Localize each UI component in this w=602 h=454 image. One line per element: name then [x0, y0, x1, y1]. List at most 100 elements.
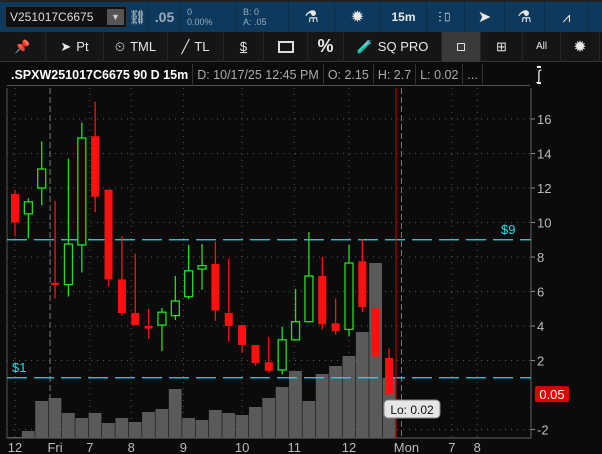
y-tick-label: 8: [537, 250, 544, 265]
x-tick-label: 7: [86, 440, 93, 454]
candle-body: [290, 321, 301, 341]
candle: [358, 238, 367, 313]
candle-body: [251, 344, 260, 364]
volume-bar: [329, 366, 342, 438]
candle-body: [11, 194, 19, 223]
candle: [385, 348, 394, 395]
candle: [170, 275, 180, 320]
candle: [117, 236, 126, 316]
x-tick-label: 12: [342, 440, 356, 454]
candle: [277, 326, 287, 375]
candle-body: [358, 261, 367, 308]
candle-body: [157, 311, 167, 326]
candle: [197, 244, 207, 290]
candle: [131, 253, 140, 326]
price-level-label: $1: [12, 360, 26, 375]
volume-bar: [102, 423, 115, 438]
x-tick-label: 8: [474, 440, 481, 454]
y-tick-label: 6: [537, 285, 544, 300]
y-tick-label: 2: [537, 354, 544, 369]
price-chart[interactable]: -2 2 4 6 8 10 12 14 16 12 Fri 7 8 9 10 11 12 Mon 7 8 $9 $1 0.0…: [0, 0, 602, 454]
candle: [331, 298, 340, 335]
candle: [344, 244, 354, 337]
volume-bar: [208, 410, 222, 438]
volume-bar: [48, 398, 62, 438]
volume-bar: [248, 407, 262, 438]
volume-bar: [302, 401, 316, 438]
candle: [224, 258, 233, 342]
candle: [264, 337, 273, 373]
candle: [23, 198, 34, 239]
candle-body: [144, 326, 153, 329]
candle-body: [264, 362, 273, 371]
candle: [184, 244, 194, 300]
volume-bar: [342, 356, 356, 438]
volume-bar: [289, 371, 302, 438]
volume-bar: [168, 389, 182, 438]
volume-bar: [8, 437, 22, 438]
volume-bar: [235, 415, 249, 438]
x-tick-label: Mon: [394, 440, 419, 454]
candle-body: [170, 300, 180, 317]
candle: [37, 141, 47, 206]
candle-body: [184, 270, 194, 298]
last-price-label: 0.05: [539, 387, 564, 402]
price-level-label: $9: [501, 222, 515, 237]
candle: [211, 241, 220, 321]
volume-bar: [315, 374, 329, 438]
candle: [144, 308, 153, 339]
volume-bar: [275, 387, 289, 438]
candle-body: [344, 262, 354, 331]
volume-bar: [21, 431, 35, 438]
candle-body: [371, 307, 380, 357]
volume-bar: [195, 420, 209, 438]
candle: [104, 189, 113, 287]
candle: [11, 189, 19, 237]
candle-body: [37, 168, 47, 189]
candle-body: [304, 275, 314, 323]
candle-body: [77, 137, 87, 246]
x-tick-label: 7: [448, 440, 455, 454]
candle-body: [211, 263, 220, 311]
x-tick-label: 12: [8, 440, 22, 454]
volume-bar: [182, 418, 195, 438]
candle: [157, 307, 167, 352]
y-tick-label: -2: [537, 423, 549, 438]
volume-bar: [355, 332, 369, 438]
candle-body: [331, 323, 340, 332]
x-tick-label: Fri: [47, 440, 62, 454]
candle-body: [51, 282, 60, 285]
y-tick-label: 14: [537, 147, 551, 162]
volume-bar: [88, 413, 102, 438]
volume-bar: [115, 418, 129, 438]
candle-body: [238, 325, 247, 345]
candle: [63, 158, 74, 297]
candle: [304, 231, 314, 323]
volume-bar: [155, 409, 169, 438]
x-tick-label: 9: [180, 440, 187, 454]
candle: [318, 257, 327, 330]
volume-bar: [35, 401, 49, 438]
candle: [91, 101, 100, 213]
candle-body: [318, 275, 327, 325]
candle: [371, 307, 380, 361]
candle-body: [117, 279, 126, 314]
candle-body: [63, 243, 74, 286]
candle: [51, 200, 60, 299]
x-tick-label: 10: [235, 440, 249, 454]
candle-body: [197, 264, 207, 270]
volume-bar: [262, 398, 276, 438]
volume-bar: [128, 422, 142, 438]
y-tick-label: 12: [537, 181, 551, 196]
low-bubble-label: Lo: 0.02: [390, 403, 434, 417]
candle: [238, 325, 247, 353]
volume-bar: [75, 418, 89, 438]
volume-bar: [222, 413, 236, 438]
candle-body: [131, 313, 140, 326]
y-tick-label: 4: [537, 319, 544, 334]
candle-body: [224, 313, 233, 326]
x-tick-label: 8: [128, 440, 135, 454]
candle-body: [385, 357, 394, 395]
y-tick-label: 10: [537, 216, 551, 231]
candle-body: [91, 136, 100, 197]
